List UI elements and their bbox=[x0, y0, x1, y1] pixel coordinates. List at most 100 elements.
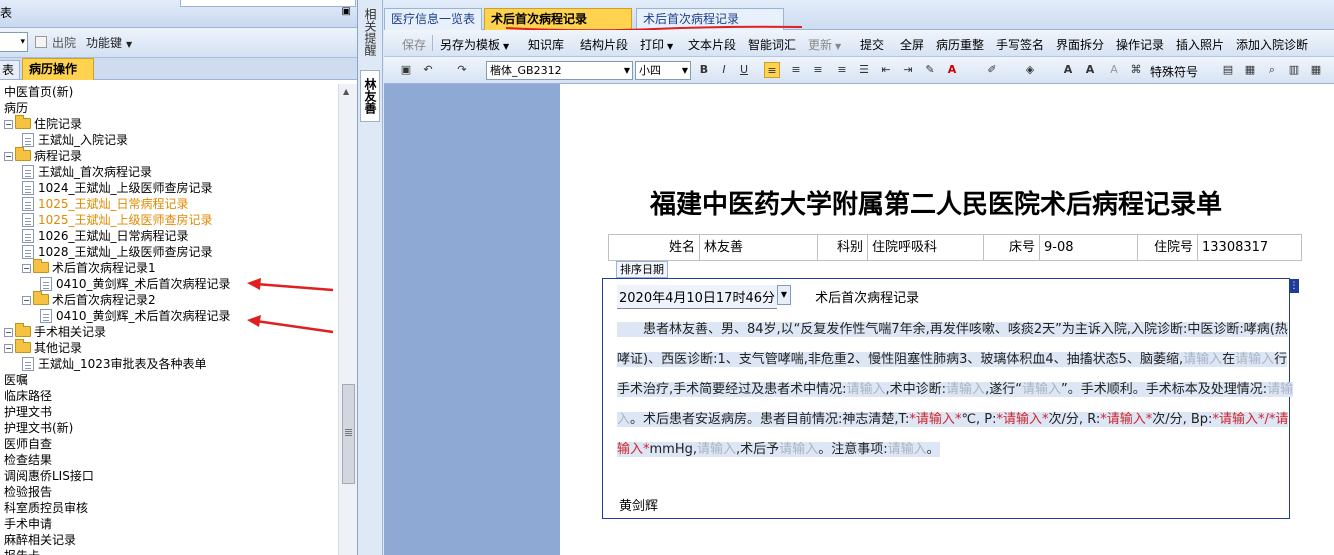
required-field[interactable]: *请输入* bbox=[1212, 412, 1265, 427]
undo-icon[interactable]: ↶ bbox=[420, 62, 436, 78]
tree-document[interactable]: 1028_王斌灿_上级医师查房记录 bbox=[22, 244, 213, 260]
placeholder-field[interactable]: 请输入 bbox=[1183, 352, 1223, 367]
tree-document[interactable]: 王斌灿_1023审批表及各种表单 bbox=[22, 356, 207, 372]
indent-icon[interactable]: ⇥ bbox=[900, 62, 916, 78]
tree-item[interactable]: 科室质控员审核 bbox=[4, 500, 88, 516]
scroll-up-icon[interactable]: ▲ bbox=[343, 87, 349, 96]
align-left-icon[interactable]: ≡ bbox=[764, 62, 780, 78]
handwritten-signature-button[interactable]: 手写签名 bbox=[996, 36, 1044, 53]
save-as-template-button[interactable]: 另存为模板 ▼ bbox=[440, 36, 509, 53]
shrink-font-icon[interactable]: A bbox=[1082, 62, 1098, 78]
collapse-icon[interactable]: − bbox=[4, 152, 13, 161]
record-control-handle[interactable]: ⋮ bbox=[1289, 279, 1299, 293]
tree-document[interactable]: 1025_王斌灿_日常病程记录 bbox=[22, 196, 189, 212]
placeholder-field[interactable]: 请输入 bbox=[887, 442, 927, 457]
tree-item[interactable]: 报告卡 bbox=[4, 548, 40, 555]
collapse-icon[interactable]: − bbox=[4, 120, 13, 129]
scroll-thumb[interactable] bbox=[342, 384, 355, 484]
tree-scrollbar[interactable]: ▲ bbox=[338, 84, 357, 555]
pin-icon[interactable]: ▣ bbox=[342, 6, 351, 17]
placeholder-field[interactable]: 请输入 bbox=[697, 442, 737, 457]
collapse-icon[interactable]: − bbox=[4, 344, 13, 353]
grow-font-icon[interactable]: A bbox=[1060, 62, 1076, 78]
special-char-icon[interactable]: ⌘ bbox=[1128, 62, 1144, 78]
tree-item[interactable]: 护理文书 bbox=[4, 404, 52, 420]
highlight-icon[interactable]: ✐ bbox=[984, 62, 1000, 78]
knowledge-base-button[interactable]: 知识库 bbox=[528, 36, 564, 53]
redo-icon[interactable]: ↷ bbox=[454, 62, 470, 78]
font-size-select[interactable]: 小四 ▼ bbox=[635, 61, 691, 80]
tree-document[interactable]: 0410_黄剑辉_术后首次病程记录 bbox=[40, 276, 231, 292]
outdent-icon[interactable]: ⇤ bbox=[878, 62, 894, 78]
related-reminder-tab[interactable]: 相关提醒 bbox=[360, 8, 380, 56]
tree-folder[interactable]: − 术后首次病程记录2 bbox=[22, 291, 156, 308]
tree-item[interactable]: 医师自查 bbox=[4, 436, 52, 452]
font-family-select[interactable]: 楷体_GB2312 ▼ bbox=[486, 61, 633, 80]
tree-item[interactable]: 病历 bbox=[4, 100, 28, 116]
submit-button[interactable]: 提交 bbox=[860, 36, 884, 53]
tab-record-operations[interactable]: 病历操作 bbox=[22, 58, 94, 80]
collapse-icon[interactable]: − bbox=[4, 328, 13, 337]
align-right-icon[interactable]: ≡ bbox=[810, 62, 826, 78]
tree-item[interactable]: 检验报告 bbox=[4, 484, 52, 500]
save-icon[interactable]: ▣ bbox=[398, 62, 414, 78]
discharged-checkbox[interactable] bbox=[35, 36, 47, 48]
italic-icon[interactable]: I bbox=[716, 62, 732, 78]
find-icon[interactable]: ⌕ bbox=[1264, 62, 1280, 78]
insert-icon[interactable]: ▤ bbox=[1220, 62, 1236, 78]
chevron-down-icon[interactable]: ▼ bbox=[776, 285, 791, 305]
tab-medical-overview[interactable]: 医疗信息一览表 bbox=[384, 8, 482, 30]
tree-item[interactable]: 手术申请 bbox=[4, 516, 52, 532]
tree-item[interactable]: 医嘱 bbox=[4, 372, 28, 388]
tree-document[interactable]: 王斌灿_入院记录 bbox=[22, 132, 128, 148]
underline-icon[interactable]: U bbox=[736, 62, 752, 78]
tree-item[interactable]: 中医首页(新) bbox=[4, 84, 73, 100]
placeholder-field[interactable]: 请输入 bbox=[1021, 382, 1061, 397]
tree-folder[interactable]: − 其他记录 bbox=[4, 339, 82, 356]
grid-icon[interactable]: ▦ bbox=[1308, 62, 1324, 78]
record-rearrange-button[interactable]: 病历重整 bbox=[936, 36, 984, 53]
tree-document[interactable]: 1025_王斌灿_上级医师查房记录 bbox=[22, 212, 213, 228]
text-snippet-button[interactable]: 文本片段 bbox=[688, 36, 736, 53]
tree-folder[interactable]: − 手术相关记录 bbox=[4, 323, 106, 340]
add-admission-diagnosis-button[interactable]: 添加入院诊断 bbox=[1236, 36, 1308, 53]
list-icon[interactable]: ☰ bbox=[856, 62, 872, 78]
print-preview-icon[interactable]: ▥ bbox=[1286, 62, 1302, 78]
update-button[interactable]: 更新 ▼ bbox=[808, 36, 841, 53]
operation-log-button[interactable]: 操作记录 bbox=[1116, 36, 1164, 53]
required-field[interactable]: *请输入* bbox=[909, 412, 962, 427]
structured-snippet-button[interactable]: 结构片段 bbox=[580, 36, 628, 53]
tree-document[interactable]: 王斌灿_首次病程记录 bbox=[22, 164, 152, 180]
format-painter-icon[interactable]: ✎ bbox=[922, 62, 938, 78]
tree-item[interactable]: 护理文书(新) bbox=[4, 420, 73, 436]
fullscreen-button[interactable]: 全屏 bbox=[900, 36, 924, 53]
placeholder-field[interactable]: 请输入 bbox=[779, 442, 819, 457]
tree-item[interactable]: 临床路径 bbox=[4, 388, 52, 404]
tree-document[interactable]: 1024_王斌灿_上级医师查房记录 bbox=[22, 180, 213, 196]
tab-prev[interactable]: 表 bbox=[0, 60, 20, 80]
placeholder-field[interactable]: 请输入 bbox=[846, 382, 886, 397]
tree-folder[interactable]: − 病程记录 bbox=[4, 147, 82, 164]
tree-folder[interactable]: − 住院记录 bbox=[4, 115, 82, 132]
align-center-icon[interactable]: ≡ bbox=[788, 62, 804, 78]
collapse-icon[interactable]: − bbox=[22, 296, 31, 305]
table-icon[interactable]: ▦ bbox=[1242, 62, 1258, 78]
collapse-icon[interactable]: − bbox=[22, 264, 31, 273]
title-input-box[interactable] bbox=[180, 0, 356, 7]
smart-words-button[interactable]: 智能词汇 bbox=[748, 36, 796, 53]
insert-photo-button[interactable]: 插入照片 bbox=[1176, 36, 1224, 53]
bold-icon[interactable]: B bbox=[696, 62, 712, 78]
tree-document[interactable]: 0410_黄剑辉_术后首次病程记录 bbox=[40, 308, 231, 324]
required-field[interactable]: *请输入* bbox=[1100, 412, 1153, 427]
placeholder-field[interactable]: 请输入 bbox=[1235, 352, 1275, 367]
tree-folder[interactable]: − 术后首次病程记录1 bbox=[22, 259, 156, 276]
tree-item[interactable]: 调阅惠侨LIS接口 bbox=[4, 468, 94, 484]
special-characters-button[interactable]: 特殊符号 bbox=[1150, 63, 1198, 80]
split-view-button[interactable]: 界面拆分 bbox=[1056, 36, 1104, 53]
filter-combo[interactable]: ▾ bbox=[0, 32, 28, 52]
required-field[interactable]: *请输入* bbox=[996, 412, 1049, 427]
tree-item[interactable]: 麻醉相关记录 bbox=[4, 532, 76, 548]
function-key-button[interactable]: 功能键 ▼ bbox=[86, 34, 132, 51]
font-color-icon[interactable]: A bbox=[944, 62, 960, 78]
fill-color-icon[interactable]: ◈ bbox=[1022, 62, 1038, 78]
